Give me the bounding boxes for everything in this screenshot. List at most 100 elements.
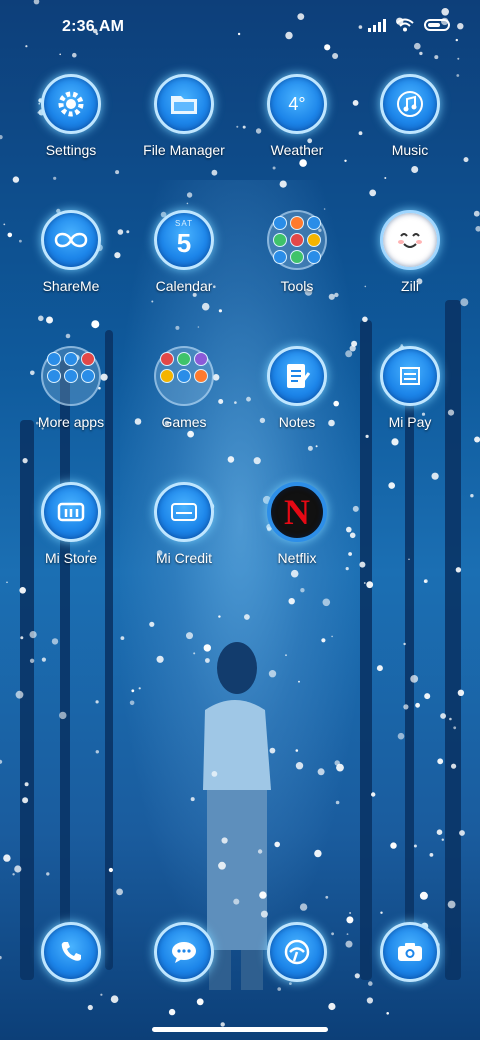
snowflake [95, 700, 99, 704]
snowflake [95, 750, 100, 754]
snowflake [120, 636, 125, 640]
snowflake [368, 981, 373, 986]
shareme-icon [41, 210, 101, 270]
snowflake [413, 844, 417, 848]
snowflake [205, 658, 210, 663]
app-shareme[interactable]: ShareMe [16, 210, 126, 320]
snowflake [317, 768, 325, 776]
snowflake [299, 903, 308, 911]
snowflake [233, 898, 240, 905]
snowflake [7, 232, 13, 238]
dock-browser[interactable] [265, 922, 329, 986]
snowflake [244, 614, 250, 620]
snowflake [295, 762, 304, 770]
snowflake [366, 581, 374, 589]
snowflake [457, 57, 460, 60]
snowflake [349, 912, 352, 914]
snowflake [335, 800, 340, 805]
dock-phone[interactable] [39, 922, 103, 986]
snowflake [29, 658, 35, 663]
games-folder-icon [154, 346, 214, 406]
snowflake [268, 670, 277, 678]
snowflake [386, 1012, 390, 1015]
snowflake [322, 598, 331, 607]
snowflake [345, 940, 353, 948]
app-calendar[interactable]: SAT 5 Calendar [129, 210, 239, 320]
messages-icon [154, 922, 214, 982]
snowflake [227, 456, 235, 463]
snowflake [149, 621, 155, 627]
app-weather[interactable]: 4° Weather [242, 74, 352, 184]
home-indicator[interactable] [152, 1027, 328, 1032]
snowflake [431, 472, 439, 480]
snowflake [269, 747, 276, 754]
app-zili[interactable]: Zili [355, 210, 465, 320]
mi-credit-icon [154, 482, 214, 542]
app-settings[interactable]: Settings [16, 74, 126, 184]
snowflake [336, 763, 344, 772]
snowflake [457, 689, 465, 696]
snowflake [376, 665, 383, 672]
dock-camera[interactable] [378, 922, 442, 986]
snowflake [6, 581, 8, 584]
app-mi-pay[interactable]: Mi Pay [355, 346, 465, 456]
snowflake [403, 642, 406, 646]
snowflake [331, 635, 333, 638]
app-music[interactable]: Music [355, 74, 465, 184]
snowflake [423, 579, 428, 583]
snowflake [388, 482, 396, 489]
app-label: More apps [37, 414, 105, 430]
snowflake [186, 202, 189, 205]
snowflake [288, 598, 295, 605]
app-label: Calendar [155, 278, 213, 294]
snowflake [440, 713, 446, 719]
snowflake [24, 782, 29, 787]
snowflake [371, 792, 376, 797]
snowflake [328, 1002, 336, 1011]
snowflake [455, 567, 462, 573]
snowflake [390, 842, 397, 849]
snowflake [334, 760, 340, 766]
app-mi-credit[interactable]: Mi Credit [129, 482, 239, 592]
app-mi-store[interactable]: Mi Store [16, 482, 126, 592]
app-notes[interactable]: Notes [242, 346, 352, 456]
app-games-folder[interactable]: Games [129, 346, 239, 456]
snowflake [20, 636, 24, 640]
snowflake [459, 830, 465, 836]
snowflake [436, 829, 443, 835]
snowflake [274, 841, 281, 848]
snowflake [22, 797, 29, 804]
app-netflix[interactable]: N Netflix [242, 482, 352, 592]
snowflake [474, 436, 480, 443]
snowflake [190, 797, 195, 802]
snowflake [325, 895, 329, 899]
camera-icon [380, 922, 440, 982]
wifi-icon [396, 18, 414, 32]
app-tools-folder[interactable]: Tools [242, 210, 352, 320]
snowflake [449, 717, 452, 721]
dock-messages[interactable] [152, 922, 216, 986]
app-more-apps-folder[interactable]: More apps [16, 346, 126, 456]
snowflake [218, 861, 226, 870]
snowflake [108, 867, 113, 873]
snowflake [51, 638, 59, 645]
app-label: Music [391, 142, 429, 158]
snowflake [453, 726, 457, 730]
snowflake [116, 888, 123, 896]
notes-icon [267, 346, 327, 406]
app-label: Mi Credit [155, 550, 212, 566]
snowflake [0, 759, 3, 764]
mi-pay-icon [380, 346, 440, 406]
snowflake [415, 702, 420, 708]
app-file-manager[interactable]: File Manager [129, 74, 239, 184]
weather-temperature: 4° [288, 93, 306, 114]
snowflake [14, 865, 22, 873]
snowflake [186, 632, 193, 640]
snowflake [423, 580, 427, 583]
snowflake [403, 704, 409, 710]
snowflake [470, 494, 474, 498]
snowflake [397, 732, 405, 740]
wallpaper-tree [405, 380, 414, 980]
tools-folder-icon [267, 210, 327, 270]
snowflake [12, 873, 15, 876]
